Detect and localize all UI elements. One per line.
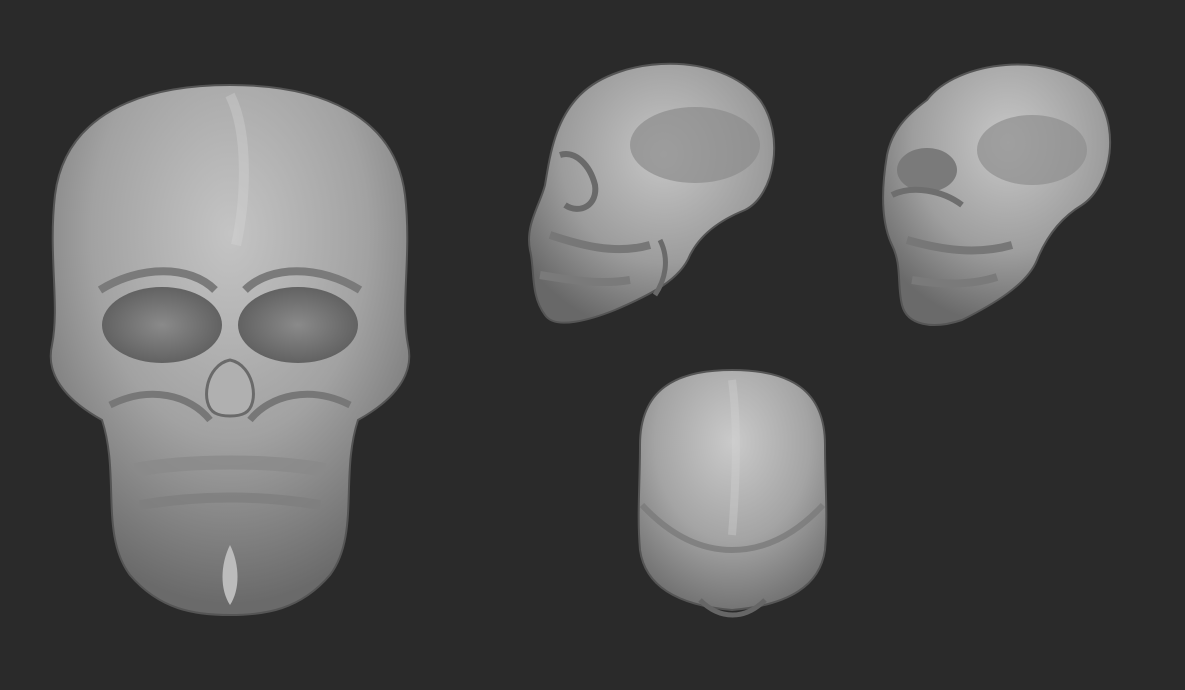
skull-side-icon	[528, 62, 776, 324]
skull-side-view	[520, 45, 780, 340]
skull-front-icon	[49, 83, 411, 617]
skull-three-quarter-icon	[882, 63, 1112, 326]
viewport-canvas	[0, 0, 1185, 690]
skull-back-icon	[637, 368, 828, 618]
skull-front-view	[40, 75, 420, 630]
skull-three-quarter-view	[872, 45, 1122, 335]
skull-back-view	[630, 365, 835, 620]
